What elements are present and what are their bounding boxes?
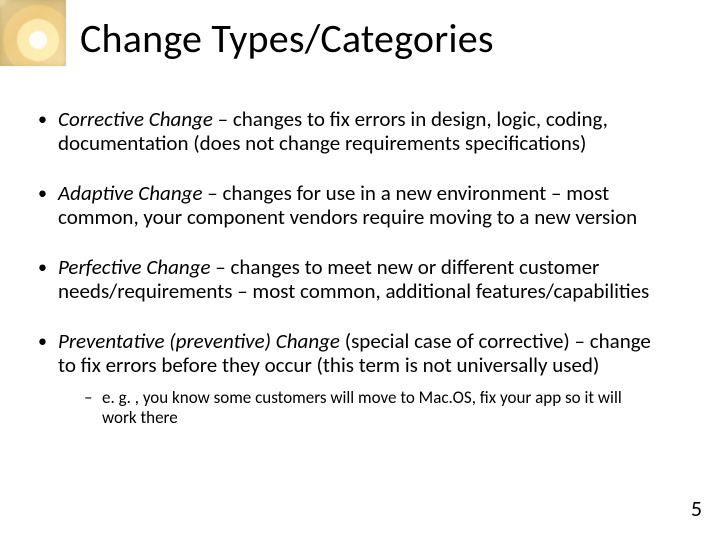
sub-bullet-text: e. g. , you know some customers will mov… [102,387,622,428]
page-number: 5 [691,495,702,522]
slide-body: Corrective Change – changes to fix error… [36,108,660,454]
bullet-term: Corrective Change [58,106,213,132]
slide: Change Types/Categories Corrective Chang… [0,0,720,540]
bullet-item: Adaptive Change – changes for use in a n… [36,182,660,230]
sub-bullet-list: e. g. , you know some customers will mov… [58,388,660,428]
bullet-item: Perfective Change – changes to meet new … [36,256,660,304]
decorative-corner-image [0,0,66,66]
bullet-term: Preventative (preventive) Change [58,328,340,354]
bullet-list: Corrective Change – changes to fix error… [36,108,660,428]
bullet-item: Corrective Change – changes to fix error… [36,108,660,156]
sub-bullet-item: e. g. , you know some customers will mov… [84,388,660,428]
bullet-item: Preventative (preventive) Change (specia… [36,330,660,428]
bullet-term: Perfective Change [58,254,211,280]
slide-title: Change Types/Categories [80,14,680,63]
bullet-term: Adaptive Change [58,180,202,206]
